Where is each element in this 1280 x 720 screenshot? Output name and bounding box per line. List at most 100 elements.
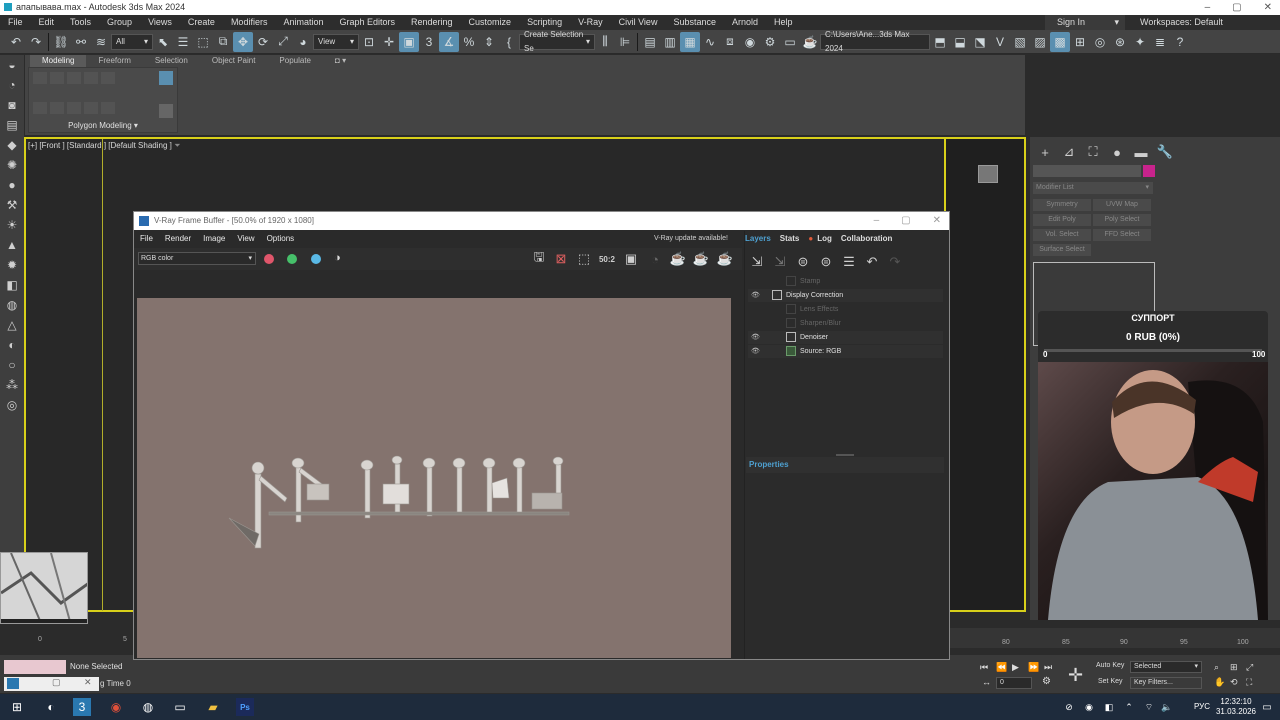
ribbon-tool-button[interactable]: [33, 102, 47, 114]
ribbon-pin-icon[interactable]: [159, 71, 173, 85]
list-icon[interactable]: ▤: [0, 115, 24, 135]
tray-icons[interactable]: ⊘: [1060, 698, 1078, 716]
close-icon[interactable]: ✕: [933, 212, 941, 230]
surface-select-button[interactable]: Surface Select: [1033, 244, 1091, 256]
save-icon[interactable]: 🖫: [530, 249, 548, 268]
render-icon[interactable]: ☕: [716, 250, 734, 268]
redo-icon[interactable]: ↷: [886, 253, 904, 271]
delete-layer-icon[interactable]: ⇲: [771, 253, 789, 271]
lamp-icon[interactable]: ☀: [0, 215, 24, 235]
menu-animation[interactable]: Animation: [275, 15, 331, 30]
menu-list-icon[interactable]: ≣: [1150, 32, 1170, 52]
keyboard-shortcut-icon[interactable]: ▣: [399, 31, 419, 52]
teapot-icon[interactable]: ◒: [0, 55, 24, 75]
network-icon[interactable]: ⊛: [1110, 32, 1130, 52]
ribbon-tool-button[interactable]: [101, 102, 115, 114]
gauge-icon[interactable]: ◐: [0, 335, 24, 355]
pyramid-icon[interactable]: △: [0, 315, 24, 335]
ribbon-tool-button[interactable]: [84, 72, 98, 84]
ribbon-tool-button[interactable]: [50, 102, 64, 114]
go-to-end-icon[interactable]: ⏭: [1044, 662, 1052, 673]
minimize-icon[interactable]: –: [874, 212, 880, 230]
menu-create[interactable]: Create: [180, 15, 223, 30]
set-key-label[interactable]: Set Key: [1098, 678, 1123, 685]
ribbon-tool-button[interactable]: [50, 72, 64, 84]
vfb-menu-options[interactable]: Options: [261, 231, 301, 247]
red-channel-toggle[interactable]: [264, 254, 274, 264]
close-icon[interactable]: ✕: [1264, 0, 1272, 15]
scene-explorer-icon[interactable]: ▤: [640, 32, 660, 52]
viewport-label[interactable]: [+] [Front ] [Standard ] [Default Shadin…: [28, 141, 181, 151]
menu-substance[interactable]: Substance: [665, 15, 724, 30]
time-config-icon[interactable]: ⚙: [1042, 676, 1051, 687]
menu-arnold[interactable]: Arnold: [724, 15, 766, 30]
panel-splitter[interactable]: [836, 454, 854, 456]
render-frame-window-icon[interactable]: ▭: [780, 32, 800, 52]
uvw-map-button[interactable]: UVW Map: [1093, 199, 1151, 211]
ribbon-tool-button[interactable]: [67, 72, 81, 84]
edit-named-sel-icon[interactable]: {: [499, 32, 519, 52]
tab-log[interactable]: Log: [817, 234, 832, 243]
tray-chevron-icon[interactable]: ⌃: [1120, 698, 1138, 716]
browser-icon[interactable]: ◐: [42, 698, 60, 716]
window-icon[interactable]: ▭: [171, 698, 189, 716]
layer-row[interactable]: 👁 Source: RGB: [748, 345, 943, 358]
tray-app-icon[interactable]: ◧: [1100, 698, 1118, 716]
create-layer-icon[interactable]: ⇲: [748, 253, 766, 271]
undo-icon[interactable]: ↶: [6, 32, 26, 52]
zoom-extents-icon[interactable]: ⤢: [1246, 662, 1253, 673]
maximize-icon[interactable]: ▢: [52, 677, 61, 688]
move-icon[interactable]: ✥: [233, 31, 253, 52]
motion-tab-icon[interactable]: ●: [1108, 143, 1126, 161]
ribbon-tool-button[interactable]: [101, 72, 115, 84]
tab-modeling[interactable]: Modeling: [30, 55, 87, 67]
render-image[interactable]: [137, 298, 731, 658]
close-icon[interactable]: ✕: [84, 677, 92, 688]
photoshop-icon[interactable]: Ps: [236, 698, 254, 716]
maximize-icon[interactable]: ▢: [1232, 0, 1241, 15]
key-set-dropdown[interactable]: Selected ▾: [1130, 661, 1202, 673]
snap-3d-icon[interactable]: 3: [419, 32, 439, 52]
undo-icon[interactable]: ↶: [863, 253, 881, 271]
menu-modifiers[interactable]: Modifiers: [223, 15, 276, 30]
add-time-tag[interactable]: g Time 0: [100, 679, 131, 688]
modifier-list-dropdown[interactable]: Modifier List ▾: [1033, 182, 1153, 194]
alpha-channel-icon[interactable]: ◑: [334, 252, 341, 264]
object-color-swatch[interactable]: [1143, 165, 1155, 177]
link-icon[interactable]: ⛓: [51, 32, 71, 52]
chrome-icon[interactable]: ◉: [107, 698, 125, 716]
angle-snap-icon[interactable]: ∡: [439, 31, 459, 52]
vfb-menu-render[interactable]: Render: [159, 231, 197, 247]
polygon-modeling-label[interactable]: Polygon Modeling ▾: [28, 120, 178, 132]
vfb-icon[interactable]: ▧: [1010, 32, 1030, 52]
sphere-icon[interactable]: ●: [0, 175, 24, 195]
display-tab-icon[interactable]: ▬: [1132, 143, 1150, 161]
sun-icon[interactable]: ✹: [0, 255, 24, 275]
menu-edit[interactable]: Edit: [31, 15, 63, 30]
window-crossing-icon[interactable]: ⧉: [213, 32, 233, 52]
vray-update-notice[interactable]: V-Ray update available!: [654, 235, 728, 242]
menu-group[interactable]: Group: [99, 15, 140, 30]
tab-selection[interactable]: Selection: [143, 55, 200, 67]
select-by-name-icon[interactable]: ☰: [173, 32, 193, 52]
place-icon[interactable]: ◕: [293, 32, 313, 52]
menu-tools[interactable]: Tools: [62, 15, 99, 30]
notification-icon[interactable]: ▭: [1258, 698, 1276, 716]
selection-filter-dropdown[interactable]: All ▾: [111, 33, 153, 50]
target-icon[interactable]: ◎: [0, 395, 24, 415]
maxscript-input[interactable]: ▢ ✕: [4, 677, 99, 691]
maximize-viewport-icon[interactable]: ⛶: [1246, 677, 1252, 688]
shapes-icon[interactable]: ◆: [0, 135, 24, 155]
ribbon-options-icon[interactable]: ◘ ▾: [323, 55, 358, 67]
orbit-icon[interactable]: ◔: [0, 75, 24, 95]
menu-file[interactable]: File: [0, 15, 31, 30]
key-mode-icon[interactable]: ↔: [982, 677, 991, 687]
light-icon[interactable]: ✺: [0, 155, 24, 175]
select-object-icon[interactable]: ⬉: [153, 32, 173, 52]
key-filters-button[interactable]: Key Filters...: [1130, 677, 1202, 689]
menu-views[interactable]: Views: [140, 15, 180, 30]
eye-icon[interactable]: 👁: [751, 345, 760, 358]
project-folder-icon[interactable]: ⬒: [930, 32, 950, 52]
ribbon-options-button[interactable]: [159, 104, 173, 118]
edit-poly-button[interactable]: Edit Poly: [1033, 214, 1091, 226]
